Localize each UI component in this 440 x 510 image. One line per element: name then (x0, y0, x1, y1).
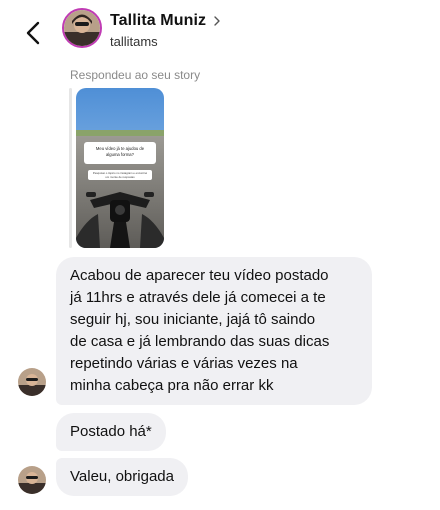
dm-conversation-screen: Tallita Muniz tallitams Respondeu ao seu… (0, 0, 440, 510)
sender-avatar[interactable] (18, 368, 46, 396)
message-line: minha cabeça pra não errar kk (70, 377, 274, 394)
chevron-right-icon (214, 16, 220, 26)
message-line: seguir hj, sou iniciante, jajá tô saindo (70, 311, 316, 328)
message-bubble[interactable]: Acabou de aparecer teu vídeo postado já … (56, 257, 372, 405)
story-reply-bar (69, 88, 72, 248)
header-avatar[interactable] (62, 8, 102, 48)
svg-text:um monte de respostas: um monte de respostas (105, 175, 135, 179)
message-bubble[interactable]: Valeu, obrigada (56, 458, 188, 496)
header-name: Tallita Muniz (110, 12, 207, 29)
message-line: repetindo várias e várias vezes na (70, 355, 298, 372)
svg-text:alguma forma?: alguma forma? (106, 152, 135, 157)
sender-avatar[interactable] (18, 466, 46, 494)
profile-name-link[interactable]: Tallita Muniz (110, 12, 222, 30)
story-thumbnail[interactable]: Meu vídeo já te ajudou de alguma forma? … (76, 88, 164, 248)
svg-text:Meu vídeo já te ajudou de: Meu vídeo já te ajudou de (96, 146, 145, 151)
back-button[interactable] (18, 18, 48, 48)
header-username: tallitams (110, 34, 158, 49)
message-line: já 11hrs e através dele já comecei a te (70, 289, 326, 306)
message-line: de casa e já lembrando das suas dicas (70, 333, 330, 350)
chevron-left-icon (26, 21, 40, 45)
message-bubble[interactable]: Postado há* (56, 413, 166, 451)
message-line: Acabou de aparecer teu vídeo postado (70, 267, 329, 284)
story-reply-caption: Respondeu ao seu story (70, 68, 201, 82)
